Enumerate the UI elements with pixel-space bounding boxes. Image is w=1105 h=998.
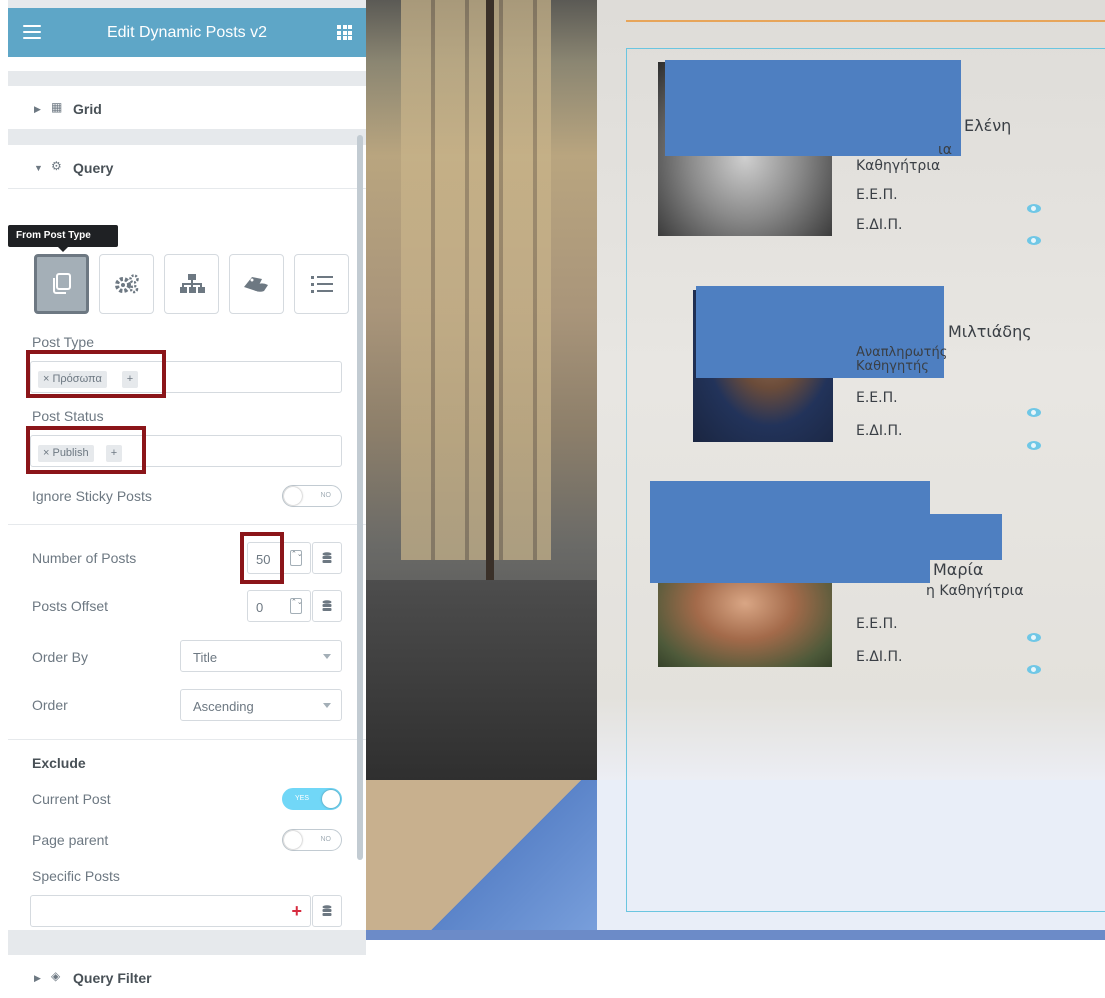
- dynamic-tags-button[interactable]: [312, 895, 342, 927]
- current-post-label: Current Post: [32, 791, 111, 807]
- divider: [8, 739, 366, 740]
- post-status-label: Post Status: [32, 408, 104, 424]
- posts-offset-input[interactable]: 0 ⌃⌄: [247, 590, 311, 622]
- divider: [8, 524, 366, 525]
- person-title-fragment: ια: [938, 142, 952, 158]
- dynamic-tags-button[interactable]: [312, 542, 342, 574]
- person-name[interactable]: Ελένη: [964, 116, 1011, 135]
- person-link-edip[interactable]: Ε.ΔΙ.Π.: [856, 423, 902, 439]
- database-icon: [322, 600, 332, 611]
- highlight-post-type: [26, 350, 166, 398]
- page-preview: Ελένη ια Καθηγήτρια Ε.Ε.Π. Ε.ΔΙ.Π. Μιλτι…: [366, 0, 1105, 998]
- building-photo-bottom: [366, 780, 597, 940]
- person-link-eep[interactable]: Ε.Ε.Π.: [856, 187, 898, 203]
- section-scrolled-off: [8, 57, 366, 71]
- toggle-text: NO: [320, 836, 332, 843]
- redacted-name-block: [665, 60, 961, 156]
- panel-title: Edit Dynamic Posts v2: [106, 24, 268, 41]
- number-of-posts-label: Number of Posts: [32, 550, 137, 566]
- custom-query-button[interactable]: [99, 254, 154, 314]
- dynamic-tags-button[interactable]: [312, 590, 342, 622]
- related-query-button[interactable]: [164, 254, 219, 314]
- order-value: Ascending: [193, 699, 254, 714]
- eye-icon[interactable]: [1027, 665, 1041, 674]
- chevron-down-icon: [323, 703, 331, 708]
- ignore-sticky-label: Ignore Sticky Posts: [32, 488, 152, 504]
- layers-icon: ◈: [51, 969, 61, 983]
- section-query-filter[interactable]: ▶ ◈ Query Filter: [8, 955, 366, 998]
- person-link-edip[interactable]: Ε.ΔΙ.Π.: [856, 649, 902, 665]
- caret-right-icon: ▶: [34, 973, 41, 983]
- chevron-down-icon: [323, 654, 331, 659]
- eye-icon[interactable]: [1027, 441, 1041, 450]
- section-query-filter-label: Query Filter: [73, 970, 152, 986]
- bottom-band: [366, 930, 1105, 940]
- order-by-value: Title: [193, 650, 218, 665]
- manual-selection-button[interactable]: [229, 254, 284, 314]
- page-parent-label: Page parent: [32, 832, 109, 848]
- grid-icon: ▦: [51, 100, 63, 114]
- caret-down-icon: ▼: [34, 163, 43, 173]
- stepper-icon[interactable]: ⌃⌄: [290, 598, 303, 614]
- section-query-header[interactable]: ▼ ⚙ Query: [8, 145, 366, 189]
- database-icon: [322, 552, 332, 563]
- person-link-eep[interactable]: Ε.Ε.Π.: [856, 390, 898, 406]
- specific-posts-label: Specific Posts: [32, 868, 120, 884]
- eye-icon[interactable]: [1027, 204, 1041, 213]
- section-grid[interactable]: ▶ ▦ Grid: [8, 86, 366, 130]
- query-gear-icon: ⚙: [51, 159, 62, 173]
- caret-right-icon: ▶: [34, 104, 41, 114]
- panel-scrollbar[interactable]: [357, 135, 363, 860]
- cogs-icon: [114, 274, 139, 294]
- toggle-text: YES: [295, 795, 310, 802]
- orange-divider: [626, 20, 1105, 22]
- person-title: Καθηγήτρια: [856, 158, 941, 174]
- exclude-heading: Exclude: [32, 755, 86, 771]
- person-title: η Καθηγήτρια: [926, 583, 1024, 599]
- person-name[interactable]: Μιλτιάδης: [948, 322, 1032, 341]
- person-link-edip[interactable]: Ε.ΔΙ.Π.: [856, 217, 902, 233]
- list-icon: [310, 276, 333, 293]
- editor-panel: Edit Dynamic Posts v2 ▶ ▦ Grid ▼ ⚙ Query…: [8, 0, 366, 998]
- tag-hand-icon: [243, 277, 268, 292]
- panel-header: Edit Dynamic Posts v2: [8, 8, 366, 57]
- redacted-name-block: [650, 481, 930, 583]
- building-photo: [366, 0, 597, 780]
- redacted-name-block: [926, 514, 1002, 560]
- posts-offset-label: Posts Offset: [32, 598, 108, 614]
- section-query-label: Query: [73, 160, 114, 176]
- copy-icon: [52, 273, 71, 294]
- tooltip: From Post Type: [8, 225, 118, 252]
- current-post-toggle[interactable]: YES: [282, 788, 342, 810]
- stepper-icon[interactable]: ⌃⌄: [290, 550, 303, 566]
- person-link-eep[interactable]: Ε.Ε.Π.: [856, 616, 898, 632]
- from-post-type-button[interactable]: [34, 254, 89, 314]
- specific-posts-input[interactable]: +: [30, 895, 311, 927]
- person-name[interactable]: Μαρία: [933, 560, 983, 579]
- order-by-select[interactable]: Title: [180, 640, 342, 672]
- post-type-label: Post Type: [32, 334, 95, 350]
- page-parent-toggle[interactable]: NO: [282, 829, 342, 851]
- toggle-text: NO: [320, 492, 332, 499]
- add-icon[interactable]: +: [291, 901, 302, 922]
- eye-icon[interactable]: [1027, 408, 1041, 417]
- order-label: Order: [32, 697, 68, 713]
- section-grid-label: Grid: [73, 101, 102, 117]
- sitemap-icon: [179, 274, 205, 293]
- eye-icon[interactable]: [1027, 236, 1041, 245]
- ignore-sticky-toggle[interactable]: NO: [282, 485, 342, 507]
- order-by-label: Order By: [32, 649, 89, 665]
- highlight-post-status: [26, 426, 146, 474]
- grid-apps-icon[interactable]: [337, 25, 352, 40]
- person-title: Αναπληρωτής Καθηγητής: [856, 345, 948, 374]
- highlight-number-of-posts: [240, 532, 284, 584]
- eye-icon[interactable]: [1027, 633, 1041, 642]
- order-select[interactable]: Ascending: [180, 689, 342, 721]
- posts-offset-value: 0: [256, 600, 264, 615]
- list-query-button[interactable]: [294, 254, 349, 314]
- database-icon: [322, 905, 332, 916]
